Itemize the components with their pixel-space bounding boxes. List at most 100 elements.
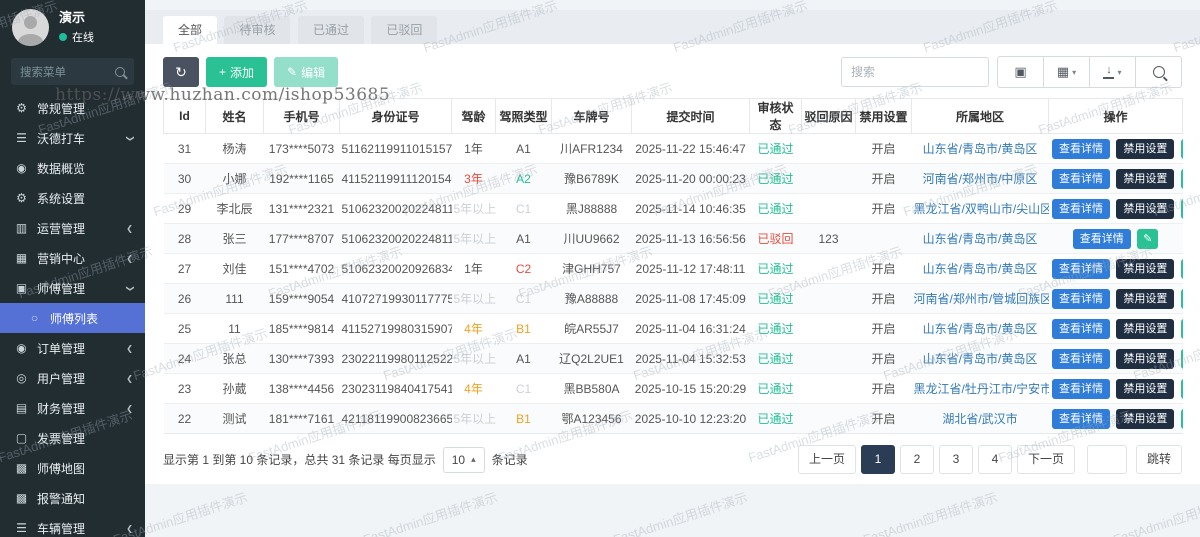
cell-phone: 138****4456 [263, 373, 340, 404]
disable-setting-button[interactable]: 禁用设置 [1116, 348, 1175, 369]
row-edit-button[interactable]: ✎ [1180, 348, 1183, 369]
view-detail-button[interactable]: 查看详情 [1052, 198, 1110, 219]
disable-setting-button[interactable]: 禁用设置 [1116, 318, 1175, 339]
cell-region: 山东省/青岛市/黄岛区 [922, 142, 1038, 156]
table-search-input[interactable] [841, 57, 989, 87]
view-detail-button[interactable]: 查看详情 [1052, 348, 1110, 369]
cell-disable-setting: 开启 [855, 313, 912, 344]
view-detail-button[interactable]: 查看详情 [1052, 258, 1110, 279]
row-edit-button[interactable]: ✎ [1180, 408, 1183, 429]
row-edit-button[interactable]: ✎ [1180, 168, 1183, 189]
sidebar: 演示 在线 搜索菜单 ⚙ 常规管理 ☰ 沃德打车 ◉ [0, 0, 145, 537]
page-button[interactable]: 4 [977, 445, 1012, 474]
page-button[interactable]: 下一页 [1016, 445, 1075, 474]
row-edit-button[interactable]: ✎ [1180, 198, 1183, 219]
column-header[interactable]: 提交时间 [631, 98, 750, 134]
content-panel: ↻ +添加 ✎编辑 ▾ ▾ [145, 44, 1200, 484]
page-button[interactable]: 3 [938, 445, 973, 474]
tab[interactable]: 已通过 [297, 16, 364, 44]
view-detail-button[interactable]: 查看详情 [1052, 288, 1110, 309]
disable-setting-button[interactable]: 禁用设置 [1116, 408, 1175, 429]
row-edit-button[interactable]: ✎ [1180, 138, 1183, 159]
main-content: 全部 待审核 已通过 已驳回 ↻ +添加 ✎编辑 ▾ ▾ [145, 0, 1200, 537]
cell-actions: 查看详情 禁用设置 ✎ [1048, 313, 1183, 344]
sidebar-item[interactable]: ◉ 数据概览 [0, 153, 145, 183]
column-header[interactable]: 姓名 [205, 98, 264, 134]
row-edit-button[interactable]: ✎ [1180, 288, 1183, 309]
column-header[interactable]: 手机号 [263, 98, 340, 134]
sidebar-item[interactable]: ▩ 师傅地图 [0, 453, 145, 483]
page-button[interactable]: 1 [860, 445, 895, 474]
chevron-icon [125, 135, 134, 142]
sidebar-item[interactable]: ▦ 营销中心 [0, 243, 145, 273]
view-detail-button[interactable]: 查看详情 [1052, 318, 1110, 339]
refresh-button[interactable]: ↻ [163, 57, 199, 87]
column-header[interactable]: 驾照类型 [495, 98, 552, 134]
cell-actions: 查看详情 禁用设置 ✎ [1048, 253, 1183, 284]
sidebar-item[interactable]: ▢ 发票管理 [0, 423, 145, 453]
tab[interactable]: 待审核 [224, 16, 291, 44]
disable-setting-button[interactable]: 禁用设置 [1116, 288, 1175, 309]
columns-icon [1057, 64, 1069, 80]
sidebar-item[interactable]: ▤ 财务管理 [0, 393, 145, 423]
cell-plate: 皖AR55J7 [551, 313, 632, 344]
view-detail-button[interactable]: 查看详情 [1052, 168, 1110, 189]
row-edit-button[interactable]: ✎ [1180, 378, 1183, 399]
sidebar-item[interactable]: ⚙ 系统设置 [0, 183, 145, 213]
sidebar-item[interactable]: ⚙ 常规管理 [0, 93, 145, 123]
disable-setting-button[interactable]: 禁用设置 [1116, 138, 1175, 159]
sidebar-item[interactable]: ☰ 沃德打车 [0, 123, 145, 153]
sidebar-item[interactable]: ○ 师傅列表 [0, 303, 145, 333]
column-header[interactable]: 所属地区 [911, 98, 1049, 134]
row-edit-button[interactable]: ✎ [1137, 228, 1159, 249]
disable-setting-button[interactable]: 禁用设置 [1116, 198, 1175, 219]
page-jump-button[interactable]: 跳转 [1135, 445, 1182, 474]
column-header[interactable]: 审核状态 [749, 98, 802, 134]
column-header[interactable]: 身份证号 [339, 98, 452, 134]
column-header[interactable]: 驳回原因 [801, 98, 856, 134]
cell-disable-setting: 开启 [855, 343, 912, 374]
column-header[interactable]: 禁用设置 [855, 98, 912, 134]
add-button[interactable]: + 添加 [206, 57, 268, 87]
export-button[interactable]: ▾ [1089, 56, 1136, 88]
chevron-down-icon: ▾ [1072, 67, 1077, 77]
view-detail-button[interactable]: 查看详情 [1072, 228, 1131, 249]
search-toggle-button[interactable] [1135, 56, 1182, 88]
sidebar-item[interactable]: ▩ 报警通知 [0, 483, 145, 513]
alarm-icon: ▩ [15, 491, 28, 505]
page-button[interactable]: 2 [899, 445, 934, 474]
column-header[interactable]: 驾龄 [451, 98, 496, 134]
users-icon: ◎ [16, 371, 27, 385]
column-header[interactable]: 操作 [1048, 98, 1183, 134]
view-detail-button[interactable]: 查看详情 [1052, 408, 1110, 429]
sidebar-item[interactable]: ☰ 车辆管理 [0, 513, 145, 537]
disable-setting-button[interactable]: 禁用设置 [1116, 168, 1175, 189]
page-button[interactable]: 上一页 [797, 445, 856, 474]
view-detail-button[interactable]: 查看详情 [1052, 138, 1110, 159]
tab[interactable]: 已驳回 [371, 16, 438, 44]
row-edit-button[interactable]: ✎ [1180, 258, 1183, 279]
row-edit-button[interactable]: ✎ [1180, 318, 1183, 339]
disable-setting-button[interactable]: 禁用设置 [1116, 258, 1175, 279]
panel-toggle-button[interactable] [997, 56, 1044, 88]
cell-id: 23 [163, 373, 206, 404]
column-header[interactable]: 车牌号 [551, 98, 632, 134]
sidebar-item[interactable]: ▣ 师傅管理 [0, 273, 145, 303]
table-body: 31 杨涛 173****5073 511621199110151579 1年 … [163, 133, 1183, 434]
column-header[interactable]: Id [163, 98, 206, 134]
disable-setting-button[interactable]: 禁用设置 [1116, 378, 1175, 399]
cell-reject-reason [801, 253, 856, 284]
cell-disable-setting [855, 223, 912, 254]
sidebar-item[interactable]: ▥ 运营管理 [0, 213, 145, 243]
page-size-dropdown[interactable]: 10 [442, 446, 485, 473]
columns-button[interactable]: ▾ [1043, 56, 1090, 88]
table-row: 23 孙葳 138****4456 230231198404175419 4年 … [163, 373, 1183, 404]
view-detail-button[interactable]: 查看详情 [1052, 378, 1110, 399]
sidebar-search-input[interactable]: 搜索菜单 [11, 58, 134, 85]
sidebar-item[interactable]: ◎ 用户管理 [0, 363, 145, 393]
edit-button[interactable]: ✎ 编辑 [274, 57, 339, 87]
cell-id: 25 [163, 313, 206, 344]
tab[interactable]: 全部 [163, 16, 218, 44]
page-jump-input[interactable] [1086, 445, 1127, 474]
sidebar-item[interactable]: ◉ 订单管理 [0, 333, 145, 363]
